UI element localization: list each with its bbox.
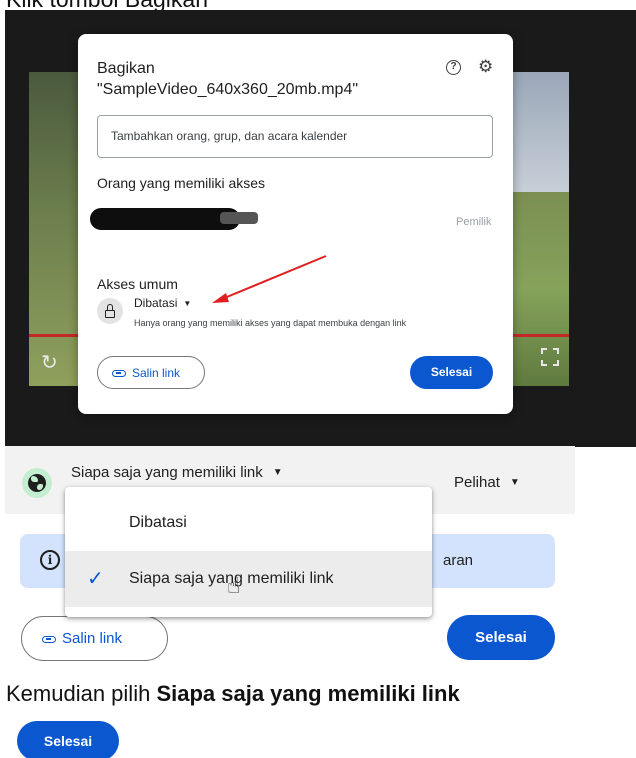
link-access-value: Siapa saja yang memiliki link: [71, 464, 263, 481]
share-dialog: Bagikan "SampleVideo_640x360_20mb.mp4" ?…: [78, 34, 513, 414]
role-dropdown[interactable]: Pelihat ▼: [454, 474, 520, 491]
add-people-input[interactable]: Tambahkan orang, grup, dan acara kalende…: [97, 115, 493, 158]
check-icon: ✓: [87, 568, 104, 590]
copy-link-label: Salin link: [132, 366, 181, 380]
link-icon: [112, 370, 126, 377]
copy-link-label: Salin link: [62, 630, 123, 647]
copy-link-button[interactable]: Salin link: [97, 356, 205, 389]
general-access-description: Hanya orang yang memiliki akses yang dap…: [134, 318, 407, 328]
globe-icon: [22, 468, 52, 498]
replay-icon[interactable]: ↻: [41, 350, 58, 375]
access-options-menu: Dibatasi ✓ Siapa saja yang memiliki link: [65, 487, 432, 617]
caption-bottom-emphasis: Siapa saja yang memiliki link: [156, 681, 460, 706]
dialog-filename: "SampleVideo_640x360_20mb.mp4": [97, 81, 359, 98]
copy-link-button[interactable]: Salin link: [21, 616, 168, 661]
info-banner-text: aran: [443, 552, 474, 569]
caret-down-icon: ▼: [509, 477, 520, 488]
general-access-dropdown[interactable]: Dibatasi ▼: [134, 296, 191, 310]
help-icon[interactable]: ?: [446, 60, 461, 75]
lock-icon: [97, 298, 123, 324]
access-menu-screenshot: Siapa saja yang memiliki link ▼ Pelihat ▼ …: [5, 446, 575, 666]
done-button[interactable]: Selesai: [17, 721, 119, 758]
fullscreen-icon[interactable]: [541, 348, 559, 366]
general-access-value: Dibatasi: [134, 296, 178, 310]
done-button[interactable]: Selesai: [447, 615, 555, 660]
menu-option-anyone-with-link[interactable]: ✓ Siapa saja yang memiliki link: [65, 551, 432, 607]
link-access-dropdown[interactable]: Siapa saja yang memiliki link ▼: [71, 464, 283, 481]
menu-option-restricted[interactable]: Dibatasi: [65, 495, 432, 551]
caret-down-icon: ▼: [183, 299, 192, 308]
done-button[interactable]: Selesai: [410, 356, 493, 389]
caption-bottom-prefix: Kemudian pilih: [6, 681, 157, 706]
gear-icon[interactable]: ⚙: [478, 57, 493, 77]
hand-cursor-icon: ☝: [227, 573, 241, 598]
share-dialog-screenshot: ↻ Bagikan "SampleVideo_640x360_20mb.mp4"…: [5, 10, 636, 447]
dialog-title: Bagikan: [97, 60, 155, 77]
link-icon: [42, 636, 56, 643]
role-value: Pelihat: [454, 474, 500, 491]
redacted-owner-name: [90, 206, 258, 230]
instruction-caption-bottom: Kemudian pilih Siapa saja yang memiliki …: [6, 681, 460, 707]
caret-down-icon: ▼: [272, 467, 283, 478]
people-with-access-heading: Orang yang memiliki akses: [97, 175, 266, 191]
owner-role-label: Pemilik: [456, 216, 492, 228]
info-icon: i: [40, 550, 60, 570]
general-access-heading: Akses umum: [97, 276, 178, 292]
